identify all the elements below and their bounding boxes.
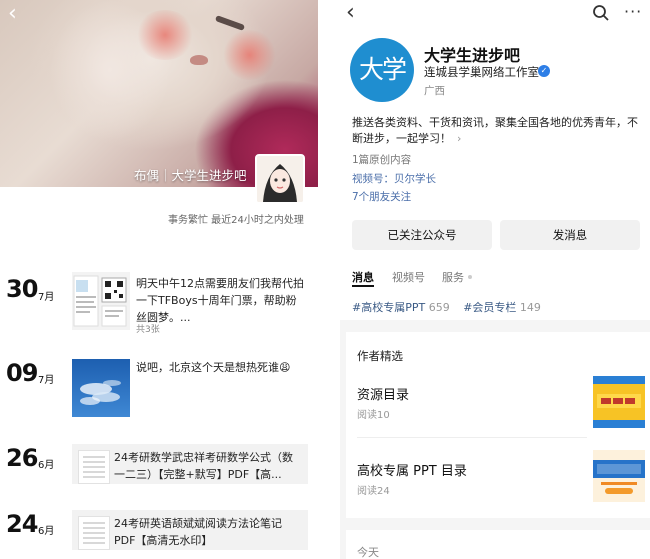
tab-video-channel[interactable]: 视频号 [392,269,425,285]
official-account-panel: ‹ ··· 大学 大学生进步吧 连城县学巢网络工作室 ✓ 广西 推送各类资料、干… [340,0,650,559]
account-region: 广西 [424,85,445,97]
back-chevron-icon[interactable]: ‹ [8,3,28,25]
back-chevron-icon[interactable]: ‹ [346,2,355,24]
cat-cheek-left [135,10,195,60]
list-item[interactable]: 09 7月 说吧，北京这个天是想热死谁😩 [0,359,318,419]
post-image-count: 共3张 [136,325,160,335]
featured-item-reads: 阅读24 [357,486,390,497]
original-count: 1篇原创内容 [352,154,412,166]
post-doc-card[interactable]: 24考研英语颉斌斌阅读方法论笔记PDF【高清无水印】 [72,510,308,550]
post-month: 6月 [38,526,55,537]
list-item[interactable]: 30 7月 明天中午12点需要朋友们我帮代拍一下TFBoys十周年门票，帮助粉丝… [0,272,318,342]
post-month: 7月 [38,375,55,386]
post-month: 7月 [38,292,55,303]
status-text: 事务繁忙 最近24小时之内处理 [168,215,304,226]
account-avatar[interactable]: 大学 [350,38,414,102]
document-icon [78,516,110,550]
tag-item[interactable]: #高校专属PPT 659 [352,301,450,314]
post-day: 30 [6,275,38,303]
avatar[interactable] [255,154,305,204]
post-text: 24考研数学武忠祥考研数学公式（数一二三）【完整+默写】PDF【高... [114,451,293,481]
cat-nose [190,55,208,65]
cover-caption: 布偶｜大学生进步吧 [134,168,247,183]
featured-item[interactable]: 高校专属 PPT 目录 阅读24 [357,444,645,504]
dot-indicator [468,275,472,279]
post-day: 24 [6,510,38,538]
tab-underline [352,285,374,287]
post-day: 26 [6,444,38,472]
post-day: 09 [6,359,38,387]
list-item[interactable]: 26 6月 24考研数学武忠祥考研数学公式（数一二三）【完整+默写】PDF【高.… [0,444,318,484]
account-description[interactable]: 推送各类资料、干货和资讯，聚集全国各地的优秀青年，不断进步，一起学习！ › [352,115,640,147]
featured-card: 作者精选 资源目录 阅读10 高校专属 PPT 目录 阅读24 [346,332,650,518]
featured-thumbnail [593,450,645,502]
post-thumbnail[interactable] [72,272,130,330]
featured-item[interactable]: 资源目录 阅读10 [357,372,645,432]
cat-cheek-right [222,30,277,80]
featured-thumbnail [593,376,645,428]
today-label: 今天 [357,546,379,559]
featured-item-reads: 阅读10 [357,410,390,421]
more-dots-icon[interactable]: ··· [624,2,642,22]
list-item[interactable]: 24 6月 24考研英语颉斌斌阅读方法论笔记PDF【高清无水印】 [0,510,318,550]
post-month: 6月 [38,460,55,471]
featured-item-title: 高校专属 PPT 目录 [357,464,467,479]
chevron-right-icon: › [457,132,462,145]
cat-eye [214,15,246,31]
document-icon [78,450,110,484]
post-text: 明天中午12点需要朋友们我帮代拍一下TFBoys十周年门票，帮助粉丝圆梦。... [136,277,304,324]
tab-messages[interactable]: 消息 [352,269,374,285]
featured-item-title: 资源目录 [357,388,410,403]
tag-item[interactable]: #会员专栏 149 [463,301,541,314]
post-text: 说吧，北京这个天是想热死谁😩 [136,361,291,374]
search-icon[interactable] [592,4,610,25]
description-text: 推送各类资料、干货和资讯，聚集全国各地的优秀青年，不断进步，一起学习！ [352,116,638,145]
featured-title: 作者精选 [357,349,403,363]
verified-icon: ✓ [538,65,550,77]
today-section: 今天 [346,530,650,559]
account-name: 大学生进步吧 [424,46,521,65]
tag-bar: #高校专属PPT 659 #会员专栏 149 [352,299,541,315]
tab-services[interactable]: 服务 [442,269,464,285]
friends-following-link[interactable]: 7个朋友关注 [352,189,411,204]
account-org[interactable]: 连城县学巢网络工作室 [424,64,539,80]
followed-button[interactable]: 已关注公众号 [352,220,492,250]
send-message-button[interactable]: 发消息 [500,220,640,250]
post-doc-card[interactable]: 24考研数学武忠祥考研数学公式（数一二三）【完整+默写】PDF【高... [72,444,308,484]
post-thumbnail[interactable] [72,359,130,417]
divider [357,437,587,438]
video-channel-link[interactable]: 视频号：贝尔学长 [352,171,436,186]
post-text: 24考研英语颉斌斌阅读方法论笔记PDF【高清无水印】 [114,517,282,547]
moments-panel: ‹ 布偶｜大学生进步吧 事务繁忙 最近24小时之内处理 30 7月 明天中午12… [0,0,318,559]
